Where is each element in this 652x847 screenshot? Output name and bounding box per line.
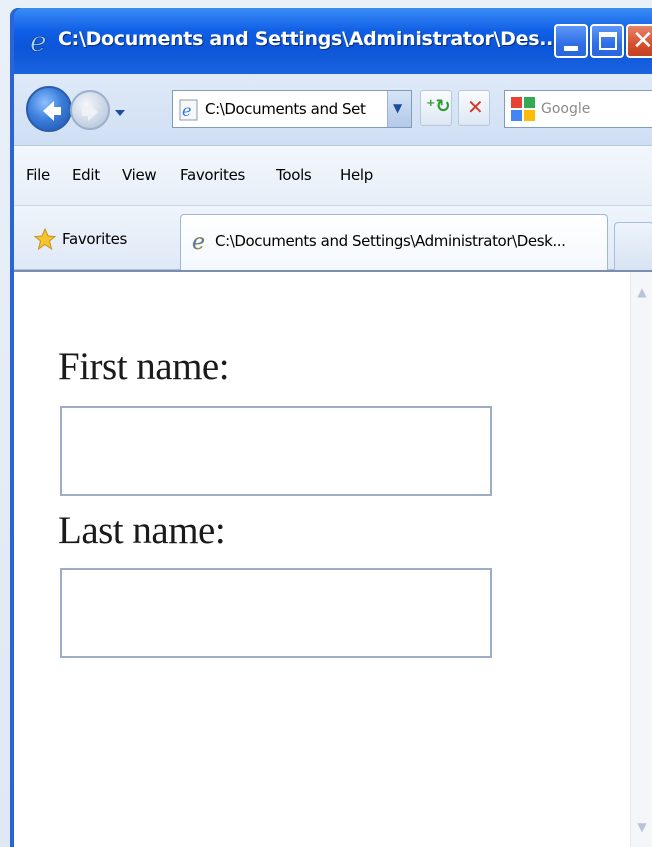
menu-tools[interactable]: Tools: [276, 166, 312, 184]
page-icon: e: [179, 99, 199, 121]
tab-label: C:\Documents and Settings\Administrator\…: [215, 232, 566, 250]
last-name-label: Last name:: [58, 509, 226, 552]
first-name-field[interactable]: [60, 406, 492, 496]
google-icon: [511, 97, 535, 121]
stop-button[interactable]: ✕: [458, 90, 490, 126]
back-button[interactable]: [26, 86, 72, 132]
first-name-label: First name:: [58, 345, 230, 388]
close-icon: ✕: [632, 26, 652, 56]
menu-file[interactable]: File: [26, 166, 50, 184]
browser-chrome: e C:\Documents and Set ▼ ⁺↻ ✕ Google Fil…: [14, 74, 652, 270]
favorites-bar: Favorites e C:\Documents and Settings\Ad…: [14, 206, 652, 270]
menu-favorites[interactable]: Favorites: [180, 166, 245, 184]
close-button[interactable]: ✕: [626, 24, 652, 58]
forward-button[interactable]: [70, 90, 110, 130]
svg-text:e: e: [182, 101, 191, 120]
ie-icon: e: [28, 25, 54, 59]
menu-help[interactable]: Help: [340, 166, 373, 184]
chevron-down-icon: ▼: [393, 101, 403, 115]
maximize-button[interactable]: [590, 24, 624, 58]
favorites-label: Favorites: [62, 230, 128, 248]
menu-view[interactable]: View: [122, 166, 157, 184]
menu-edit[interactable]: Edit: [72, 166, 100, 184]
forward-arrow-icon: [82, 103, 98, 121]
menu-bar: File Edit View Favorites Tools Help: [14, 146, 652, 206]
address-bar[interactable]: e C:\Documents and Set ▼: [172, 90, 412, 128]
address-dropdown[interactable]: ▼: [387, 91, 411, 127]
ie-icon: e: [191, 229, 213, 256]
minimize-button[interactable]: [554, 24, 588, 58]
search-placeholder: Google: [541, 101, 591, 117]
title-bar[interactable]: e C:\Documents and Settings\Administrato…: [14, 8, 652, 74]
new-tab-button[interactable]: [614, 222, 652, 270]
address-text[interactable]: C:\Documents and Set: [205, 100, 381, 118]
window-title: C:\Documents and Settings\Administrator\…: [58, 28, 561, 50]
refresh-icon: ⁺↻: [426, 96, 451, 117]
chevron-down-icon: [115, 110, 125, 116]
search-box[interactable]: Google: [504, 90, 652, 128]
last-name-field[interactable]: [60, 568, 492, 658]
minimize-icon: [564, 46, 578, 51]
navigation-bar: e C:\Documents and Set ▼ ⁺↻ ✕ Google: [14, 74, 652, 146]
star-icon: [33, 227, 57, 251]
svg-text:e: e: [192, 230, 205, 253]
stop-icon: ✕: [467, 95, 484, 119]
favorites-button[interactable]: Favorites: [22, 216, 174, 260]
svg-text:e: e: [30, 26, 47, 56]
browser-window: e C:\Documents and Settings\Administrato…: [10, 8, 652, 847]
scroll-up-icon[interactable]: ▲: [633, 282, 651, 302]
tab-current[interactable]: e C:\Documents and Settings\Administrato…: [180, 214, 608, 270]
refresh-button[interactable]: ⁺↻: [420, 90, 452, 126]
page-content: First name: Last name: ▲ ▼: [14, 270, 652, 847]
recent-pages-dropdown[interactable]: [114, 104, 126, 116]
maximize-icon: [599, 32, 617, 50]
scroll-down-icon[interactable]: ▼: [633, 817, 651, 837]
vertical-scrollbar[interactable]: ▲ ▼: [630, 272, 652, 847]
back-arrow-icon: [43, 101, 61, 121]
